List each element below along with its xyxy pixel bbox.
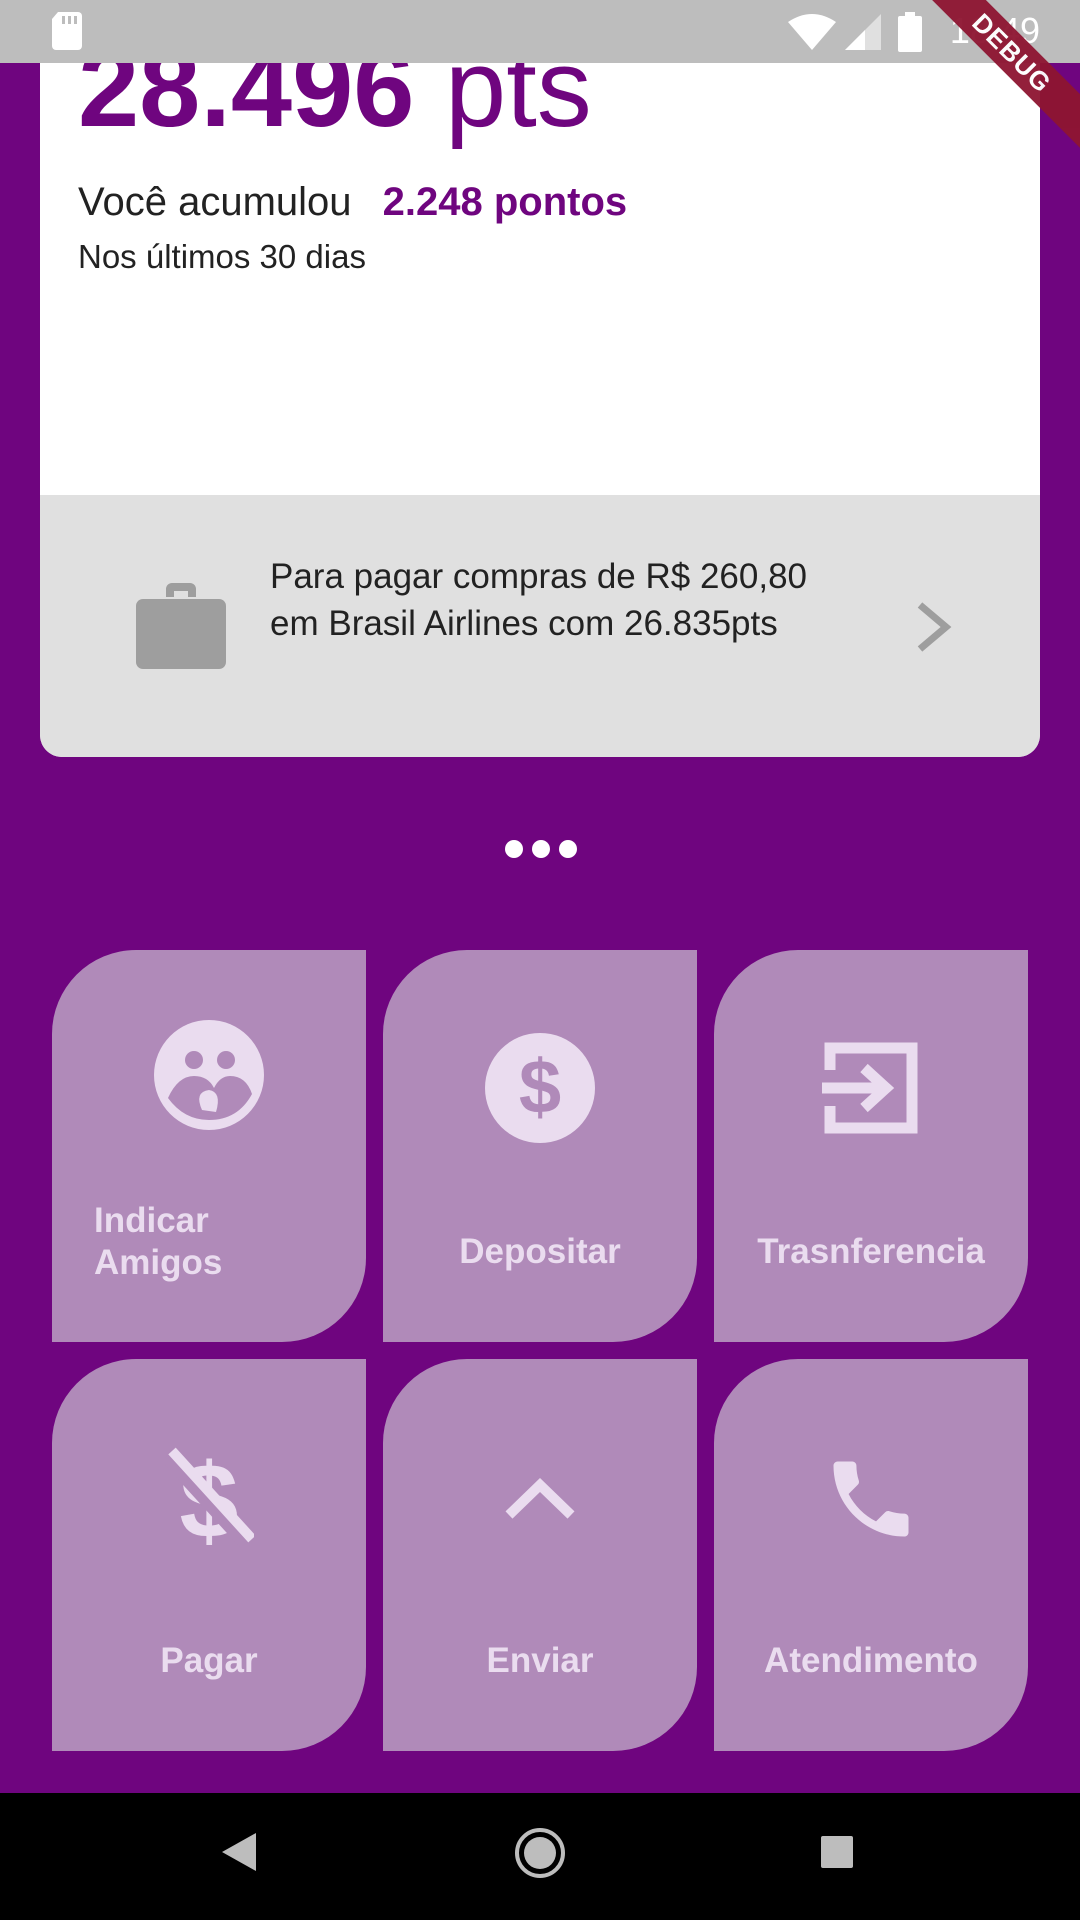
offer-banner[interactable]: Para pagar compras de R$ 260,80 em Brasi… xyxy=(40,495,1040,757)
action-pagar[interactable]: $ Pagar xyxy=(52,1359,366,1751)
dollar-circle-icon: $ xyxy=(485,1033,595,1143)
action-label: Pagar xyxy=(160,1641,258,1680)
svg-text:$: $ xyxy=(519,1045,561,1130)
system-nav-bar xyxy=(0,1793,1080,1920)
action-atendimento[interactable]: Atendimento xyxy=(714,1359,1028,1751)
no-money-icon: $ xyxy=(164,1447,254,1551)
action-label: Depositar xyxy=(459,1232,621,1271)
action-transferencia[interactable]: Trasnferencia xyxy=(714,950,1028,1342)
wifi-icon xyxy=(788,14,836,50)
period-label: Nos últimos 30 dias xyxy=(78,238,366,275)
offer-text: Para pagar compras de R$ 260,80 em Brasi… xyxy=(270,557,807,643)
chevron-right-icon xyxy=(917,602,952,652)
action-label: Atendimento xyxy=(764,1641,978,1680)
chevron-up-icon xyxy=(505,1478,575,1519)
carousel-dot[interactable] xyxy=(505,840,523,858)
accumulated-line: Você acumulou 2.248 pontos xyxy=(78,180,627,225)
recents-icon[interactable] xyxy=(821,1836,853,1868)
points-card: 28.496 pts Você acumulou 2.248 pontos No… xyxy=(40,0,1040,757)
accumulated-prefix: Você acumulou xyxy=(78,180,352,224)
action-enviar[interactable]: Enviar xyxy=(383,1359,697,1751)
phone-icon xyxy=(833,1461,909,1537)
action-label: Enviar xyxy=(486,1641,594,1680)
action-label: Indicar Amigos xyxy=(94,1201,223,1282)
briefcase-icon xyxy=(136,583,226,669)
group-icon xyxy=(154,1020,264,1130)
action-depositar[interactable]: $ Depositar xyxy=(383,950,697,1342)
accumulated-value: 2.248 pontos xyxy=(382,180,628,224)
home-icon[interactable] xyxy=(514,1827,566,1879)
carousel-dot[interactable] xyxy=(532,840,550,858)
signal-icon xyxy=(845,14,881,50)
action-indicar-amigos[interactable]: Indicar Amigos xyxy=(52,950,366,1342)
carousel-dots xyxy=(505,840,577,858)
transfer-in-icon xyxy=(822,1042,918,1134)
status-bar: 18:49 xyxy=(0,0,1080,63)
sd-card-icon xyxy=(52,12,82,50)
action-label: Trasnferencia xyxy=(757,1232,985,1271)
carousel-dot[interactable] xyxy=(559,840,577,858)
battery-icon xyxy=(898,12,922,52)
back-icon[interactable] xyxy=(222,1833,256,1871)
